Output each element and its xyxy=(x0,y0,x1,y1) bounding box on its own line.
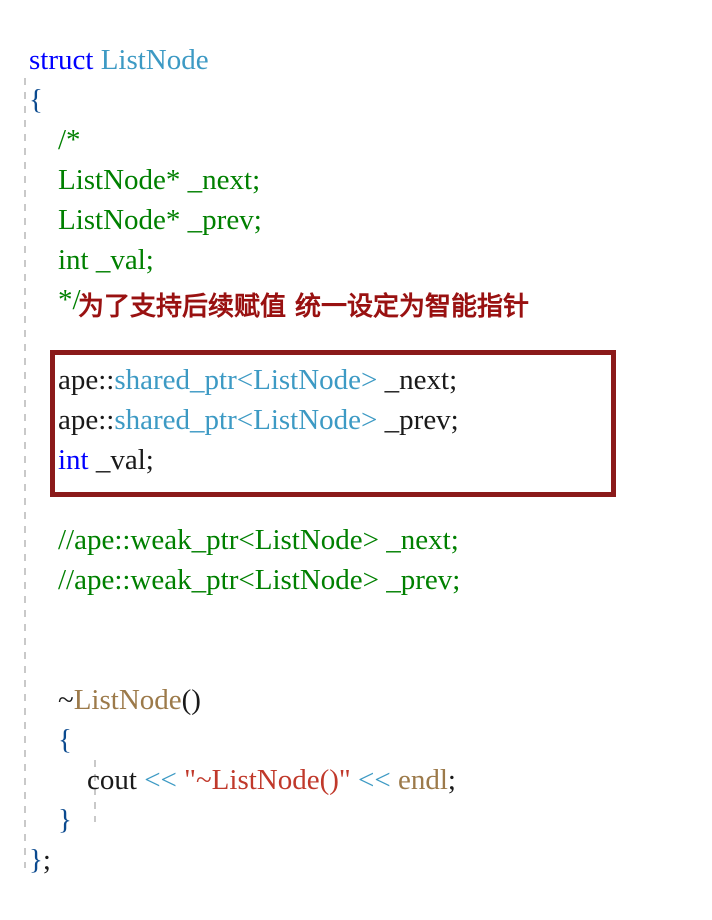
semicolon: ; xyxy=(42,844,51,876)
code-editor[interactable]: struct ListNode { /* ListNode* _next; Li… xyxy=(0,0,712,899)
code-line-destructor-signature[interactable]: ~ListNode() xyxy=(0,640,712,716)
code-line-comment-end[interactable]: */ xyxy=(0,240,712,316)
code-line-struct-declaration[interactable]: struct ListNode xyxy=(0,0,712,76)
code-line-int-val[interactable]: int _val; xyxy=(0,400,712,476)
code-line-comment-val[interactable]: int _val; xyxy=(0,200,712,276)
code-line-open-brace[interactable]: { xyxy=(0,40,712,116)
code-line-blank[interactable] xyxy=(0,560,712,600)
code-line-destructor-close-brace[interactable]: } xyxy=(0,760,712,836)
code-line-comment-prev-raw-pointer[interactable]: ListNode* _prev; xyxy=(0,160,712,236)
code-line-shared-ptr-prev[interactable]: ape::shared_ptr<ListNode> _prev; xyxy=(0,360,712,436)
annotation-note-text: 为了支持后续赋值 统一设定为智能指针 xyxy=(78,292,530,322)
code-line-blank[interactable] xyxy=(0,440,712,480)
code-line-destructor-open-brace[interactable]: { xyxy=(0,680,712,756)
code-line-blank[interactable] xyxy=(0,600,712,640)
brace-close: } xyxy=(29,844,43,876)
code-line-comment-start[interactable]: /* xyxy=(0,80,712,156)
code-line-cout-statement[interactable]: cout << "~ListNode()" << endl; xyxy=(0,720,712,796)
code-line-comment-weak-ptr-next[interactable]: //ape::weak_ptr<ListNode> _next; xyxy=(0,480,712,556)
code-line-struct-close-brace[interactable]: }; xyxy=(0,800,712,876)
code-line-comment-weak-ptr-prev[interactable]: //ape::weak_ptr<ListNode> _prev; xyxy=(0,520,712,596)
code-line-comment-next-raw-pointer[interactable]: ListNode* _next; xyxy=(0,120,712,196)
